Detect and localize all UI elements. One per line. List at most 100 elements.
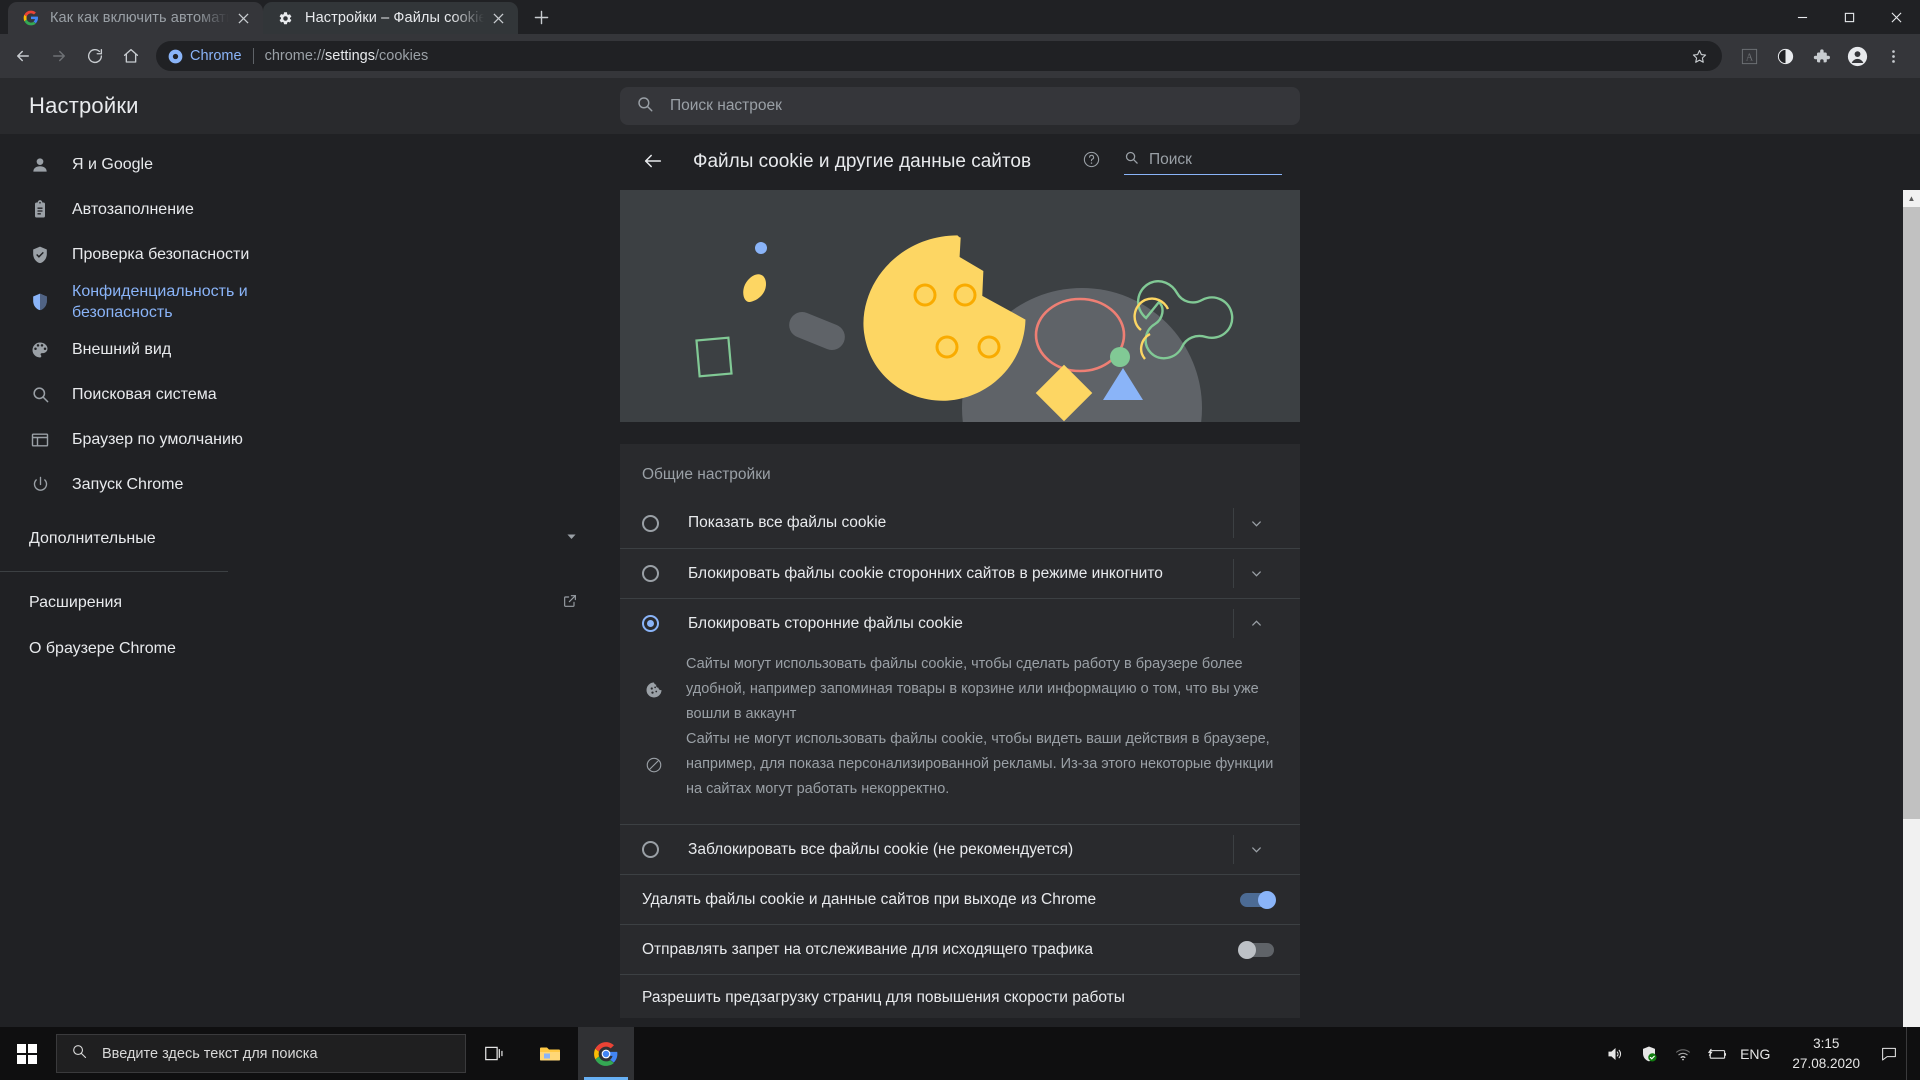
cookie-option-row[interactable]: Показать все файлы cookie bbox=[620, 498, 1300, 548]
toggle-row-clear-on-exit[interactable]: Удалять файлы cookie и данные сайтов при… bbox=[620, 874, 1300, 924]
cookie-option-row-selected[interactable]: Блокировать сторонние файлы cookie bbox=[620, 598, 1300, 648]
shield-icon bbox=[29, 291, 51, 313]
task-view-icon[interactable] bbox=[466, 1027, 522, 1080]
close-icon[interactable] bbox=[233, 8, 253, 28]
sidebar-item-extensions[interactable]: Расширения bbox=[0, 580, 620, 626]
sidebar-item-about-chrome[interactable]: О браузере Chrome bbox=[0, 626, 620, 672]
settings-search-input[interactable]: Поиск настроек bbox=[620, 87, 1300, 125]
cookie-option-row[interactable]: Блокировать файлы cookie сторонних сайто… bbox=[620, 548, 1300, 598]
back-arrow-icon[interactable] bbox=[6, 39, 40, 73]
maximize-button[interactable] bbox=[1826, 0, 1873, 34]
svg-text:A: A bbox=[1745, 52, 1753, 63]
option-label: Блокировать сторонние файлы cookie bbox=[688, 614, 963, 632]
palette-icon bbox=[29, 339, 51, 361]
star-icon[interactable] bbox=[1682, 39, 1716, 73]
theme-contrast-icon[interactable] bbox=[1768, 39, 1802, 73]
toggle-switch-on[interactable] bbox=[1240, 890, 1276, 909]
omnibox-divider bbox=[252, 48, 254, 64]
help-circle-icon[interactable] bbox=[1082, 150, 1102, 174]
detail-text: Сайты могут использовать файлы cookie, ч… bbox=[686, 656, 1259, 723]
battery-icon[interactable] bbox=[1700, 1027, 1734, 1080]
reload-icon[interactable] bbox=[78, 39, 112, 73]
sidebar-item-label: Запуск Chrome bbox=[72, 476, 184, 494]
shield-check-icon bbox=[29, 244, 51, 266]
forward-arrow-icon[interactable] bbox=[42, 39, 76, 73]
sidebar-item-label: О браузере Chrome bbox=[29, 640, 176, 658]
chrome-badge: Chrome bbox=[168, 48, 242, 64]
option-expanded-details: Сайты могут использовать файлы cookie, ч… bbox=[620, 648, 1300, 825]
toggle-label: Отправлять запрет на отслеживание для ис… bbox=[642, 940, 1094, 958]
toggle-switch-off[interactable] bbox=[1238, 940, 1274, 959]
back-arrow-icon[interactable] bbox=[642, 150, 666, 174]
defender-shield-icon[interactable] bbox=[1632, 1027, 1666, 1080]
general-settings-card: Общие настройки Показать все файлы cooki… bbox=[620, 444, 1300, 1019]
url-prefix: chrome:// bbox=[264, 48, 326, 64]
windows-start-icon[interactable] bbox=[0, 1027, 54, 1080]
system-tray: ENG 3:15 27.08.2020 bbox=[1598, 1027, 1920, 1080]
chevron-down-icon[interactable] bbox=[1234, 516, 1278, 531]
sidebar-item-safety-check[interactable]: Проверка безопасности bbox=[0, 232, 620, 277]
browser-tab-1[interactable]: Как как включить автоматичес bbox=[8, 2, 263, 34]
window-controls bbox=[1779, 0, 1920, 34]
tab-title: Как как включить автоматичес bbox=[50, 10, 229, 26]
settings-toolbar: Настройки Поиск настроек bbox=[0, 78, 1920, 134]
browser-window-icon bbox=[29, 429, 51, 451]
show-desktop-button[interactable] bbox=[1906, 1027, 1914, 1080]
scroll-up-arrow-icon[interactable]: ▲ bbox=[1903, 190, 1920, 207]
chrome-icon bbox=[168, 49, 183, 63]
sidebar-item-on-startup[interactable]: Запуск Chrome bbox=[0, 462, 620, 507]
toggle-row-do-not-track[interactable]: Отправлять запрет на отслеживание для ис… bbox=[620, 924, 1300, 974]
puzzle-icon[interactable] bbox=[1804, 39, 1838, 73]
sidebar-advanced-toggle[interactable]: Дополнительные bbox=[0, 515, 620, 563]
clock[interactable]: 3:15 27.08.2020 bbox=[1780, 1034, 1872, 1072]
radio-button[interactable] bbox=[642, 841, 659, 859]
sidebar-item-appearance[interactable]: Внешний вид bbox=[0, 327, 620, 372]
address-bar[interactable]: Chrome chrome://settings/cookies bbox=[156, 41, 1722, 71]
sidebar-item-you-and-google[interactable]: Я и Google bbox=[0, 142, 620, 187]
close-icon[interactable] bbox=[488, 8, 508, 28]
chevron-up-icon[interactable] bbox=[1234, 616, 1278, 631]
clock-time: 3:15 bbox=[1813, 1036, 1840, 1052]
volume-icon[interactable] bbox=[1598, 1027, 1632, 1080]
browser-tab-2[interactable]: Настройки – Файлы cookie и др bbox=[263, 2, 518, 34]
sidebar-item-autofill[interactable]: Автозаполнение bbox=[0, 187, 620, 232]
taskbar-search-placeholder: Введите здесь текст для поиска bbox=[102, 1045, 318, 1062]
minimize-button[interactable] bbox=[1779, 0, 1826, 34]
power-icon bbox=[29, 474, 51, 496]
tab-title: Настройки – Файлы cookie и др bbox=[305, 10, 484, 26]
radio-button[interactable] bbox=[642, 514, 659, 532]
browser-toolbar: Chrome chrome://settings/cookies A bbox=[0, 34, 1920, 78]
content-search-placeholder: Поиск bbox=[1149, 150, 1192, 168]
chrome-icon[interactable] bbox=[578, 1027, 634, 1080]
radio-button-selected[interactable] bbox=[642, 615, 659, 632]
chevron-down-icon[interactable] bbox=[1234, 566, 1278, 581]
search-icon bbox=[29, 384, 51, 406]
content-search-input[interactable]: Поиск bbox=[1124, 150, 1282, 175]
avatar-icon[interactable] bbox=[1840, 39, 1874, 73]
sidebar-item-privacy-and-security[interactable]: Конфиденциальность и безопасность bbox=[0, 277, 620, 327]
notification-icon[interactable] bbox=[1872, 1027, 1906, 1080]
vertical-scrollbar[interactable]: ▲ bbox=[1903, 190, 1920, 1027]
file-explorer-icon[interactable] bbox=[522, 1027, 578, 1080]
wifi-icon[interactable] bbox=[1666, 1027, 1700, 1080]
taskbar-search-input[interactable]: Введите здесь текст для поиска bbox=[56, 1034, 466, 1073]
language-indicator[interactable]: ENG bbox=[1734, 1046, 1780, 1062]
three-dot-menu-icon[interactable] bbox=[1876, 39, 1910, 73]
sidebar-item-label: Расширения bbox=[29, 594, 123, 612]
pdf-icon[interactable]: A bbox=[1732, 39, 1766, 73]
windows-taskbar: Введите здесь текст для поиска ENG 3:15 … bbox=[0, 1027, 1920, 1080]
sidebar-item-default-browser[interactable]: Браузер по умолчанию bbox=[0, 417, 620, 462]
close-button[interactable] bbox=[1873, 0, 1920, 34]
chevron-down-icon[interactable] bbox=[1234, 842, 1278, 857]
sidebar-item-search-engine[interactable]: Поисковая система bbox=[0, 372, 620, 417]
preload-label: Разрешить предзагрузку страниц для повыш… bbox=[642, 989, 1125, 1007]
person-icon bbox=[29, 154, 51, 176]
radio-button[interactable] bbox=[642, 565, 659, 582]
new-tab-button[interactable] bbox=[526, 2, 556, 32]
cookie-icon bbox=[642, 681, 666, 699]
scrollbar-thumb[interactable] bbox=[1903, 207, 1920, 819]
preload-row[interactable]: Разрешить предзагрузку страниц для повыш… bbox=[620, 974, 1300, 1018]
home-icon[interactable] bbox=[114, 39, 148, 73]
search-icon bbox=[71, 1043, 88, 1064]
cookie-option-row[interactable]: Заблокировать все файлы cookie (не реком… bbox=[620, 824, 1300, 874]
